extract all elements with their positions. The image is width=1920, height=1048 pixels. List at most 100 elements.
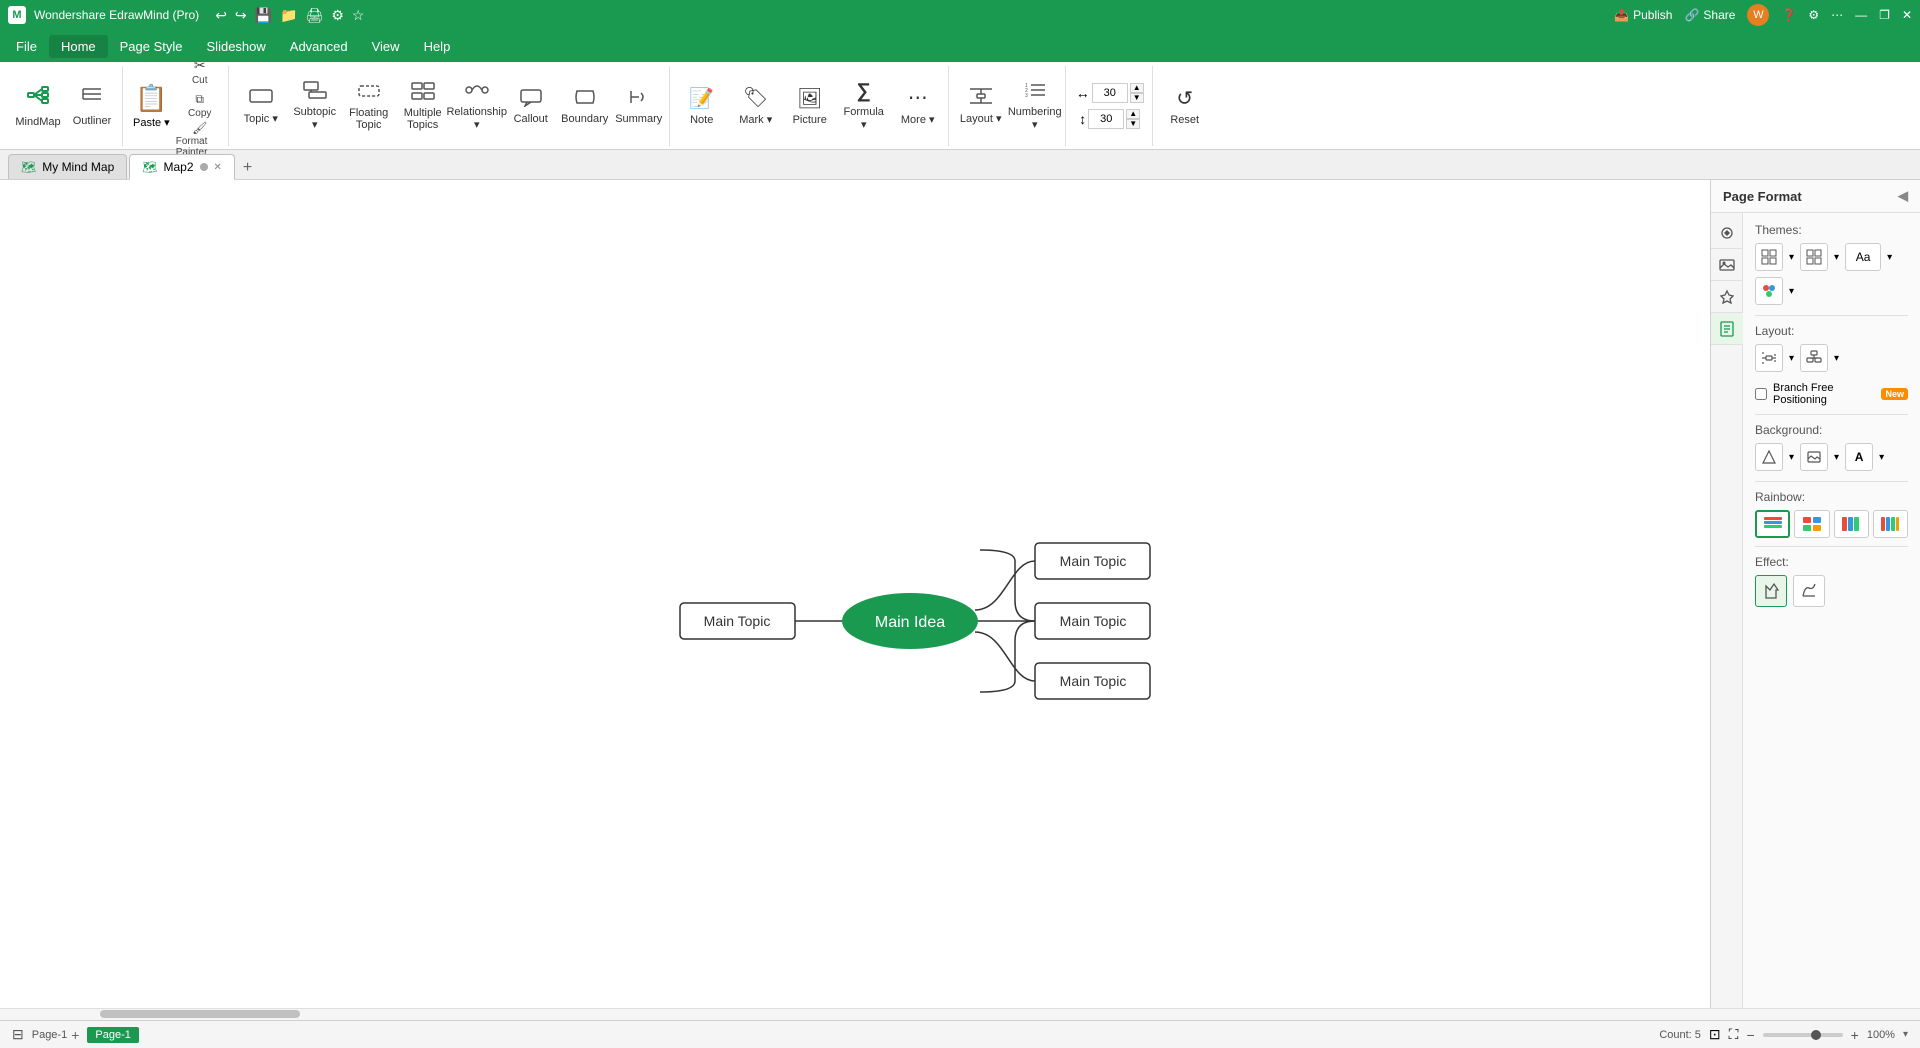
fit-button[interactable]: ⊡ xyxy=(1709,1026,1721,1043)
width-input[interactable] xyxy=(1092,83,1128,103)
layout-button[interactable]: Layout ▾ xyxy=(955,71,1007,141)
mark-button[interactable]: 🏷 Mark ▾ xyxy=(730,71,782,141)
save-button[interactable]: 💾 xyxy=(255,7,272,24)
bg-color-btn[interactable] xyxy=(1755,443,1783,471)
more-button[interactable]: ⋯ More ▾ xyxy=(892,71,944,141)
theme-dropdown-arrow-4[interactable]: ▾ xyxy=(1789,286,1794,297)
undo-button[interactable]: ↩ xyxy=(215,7,227,24)
theme-dropdown-arrow-3[interactable]: ▾ xyxy=(1887,252,1892,263)
mindmap-button[interactable]: MindMap xyxy=(12,71,64,141)
width-up-arrow[interactable]: ▲ xyxy=(1130,83,1144,93)
effect-btn-2[interactable] xyxy=(1793,575,1825,607)
panel-icon-effects[interactable] xyxy=(1711,281,1743,313)
paste-label: Paste ▾ xyxy=(133,116,170,129)
menu-home[interactable]: Home xyxy=(49,35,108,58)
bg-image-dropdown[interactable]: ▾ xyxy=(1834,452,1839,463)
zoom-in-button[interactable]: + xyxy=(1851,1027,1859,1043)
folder-button[interactable]: 📁 xyxy=(280,7,297,24)
current-page-badge[interactable]: Page-1 xyxy=(87,1027,138,1043)
rainbow-btn-2[interactable] xyxy=(1794,510,1829,538)
scrollbar-thumb[interactable] xyxy=(100,1010,300,1018)
copy-button[interactable]: ⧉ Copy xyxy=(176,90,224,122)
menu-help[interactable]: Help xyxy=(412,35,463,58)
rainbow-btn-3[interactable] xyxy=(1834,510,1869,538)
boundary-button[interactable]: Boundary xyxy=(559,71,611,141)
height-down-arrow[interactable]: ▼ xyxy=(1126,119,1140,129)
layout-org-dropdown-arrow[interactable]: ▾ xyxy=(1834,353,1839,364)
themes-section-title: Themes: xyxy=(1755,223,1908,237)
panel-icon-page[interactable] xyxy=(1711,313,1743,345)
branch-free-checkbox[interactable] xyxy=(1755,388,1767,400)
print-button[interactable]: 🖨 xyxy=(306,7,324,24)
topic-button[interactable]: Topic ▾ xyxy=(235,71,287,141)
bg-text-btn[interactable]: A xyxy=(1845,443,1873,471)
menu-page-style[interactable]: Page Style xyxy=(108,35,195,58)
bg-text-dropdown[interactable]: ▾ xyxy=(1879,452,1884,463)
theme-color-btn[interactable] xyxy=(1755,277,1783,305)
width-down-arrow[interactable]: ▼ xyxy=(1130,93,1144,103)
height-input[interactable] xyxy=(1088,109,1124,129)
settings-gear-icon[interactable]: ⚙ xyxy=(1808,8,1819,22)
theme-font-btn[interactable]: Aa xyxy=(1845,243,1881,271)
tab-my-mind-map[interactable]: 🗺 My Mind Map xyxy=(8,154,127,179)
panel-collapse-icon[interactable]: ◀ xyxy=(1898,188,1908,204)
floating-topic-button[interactable]: Floating Topic xyxy=(343,71,395,141)
numbering-button[interactable]: 1 2 3 Numbering ▾ xyxy=(1009,71,1061,141)
horizontal-scrollbar[interactable] xyxy=(0,1008,1920,1020)
close-button[interactable]: ✕ xyxy=(1902,8,1912,22)
bg-image-btn[interactable] xyxy=(1800,443,1828,471)
picture-button[interactable]: 🖼 Picture xyxy=(784,71,836,141)
menu-advanced[interactable]: Advanced xyxy=(278,35,360,58)
menu-file[interactable]: File xyxy=(4,35,49,58)
tab-map2-close[interactable]: ✕ xyxy=(214,162,222,173)
layout-mindmap-btn[interactable] xyxy=(1755,344,1783,372)
formula-button[interactable]: ∑ Formula ▾ xyxy=(838,71,890,141)
menu-view[interactable]: View xyxy=(360,35,412,58)
theme-dropdown-arrow-1[interactable]: ▾ xyxy=(1789,252,1794,263)
layout-org-btn[interactable] xyxy=(1800,344,1828,372)
user-avatar[interactable]: W xyxy=(1747,4,1769,26)
add-page-button[interactable]: + xyxy=(71,1027,79,1043)
panel-icon-style[interactable] xyxy=(1711,217,1743,249)
callout-button[interactable]: Callout xyxy=(505,71,557,141)
summary-button[interactable]: Summary xyxy=(613,71,665,141)
zoom-dropdown-button[interactable]: ▾ xyxy=(1903,1029,1908,1040)
minimize-button[interactable]: — xyxy=(1855,8,1867,22)
share-button[interactable]: 🔗 Share xyxy=(1684,8,1735,22)
panel-icon-image[interactable] xyxy=(1711,249,1743,281)
add-tab-button[interactable]: + xyxy=(237,159,258,177)
fullscreen-button[interactable]: ⛶ xyxy=(1729,1026,1739,1043)
cut-button[interactable]: ✂ Cut xyxy=(176,56,224,88)
rainbow-btn-1[interactable] xyxy=(1755,510,1790,538)
canvas[interactable]: Main Topic Main Idea Main Topic Main Top… xyxy=(0,180,1710,1008)
outliner-button[interactable]: Outliner xyxy=(66,71,118,141)
help-button[interactable]: ❓ xyxy=(1781,8,1796,22)
redo-button[interactable]: ↪ xyxy=(235,7,247,24)
format-painter-button[interactable]: 🖌 Format Painter xyxy=(176,124,224,156)
theme-grid-btn-2[interactable] xyxy=(1800,243,1828,271)
note-button[interactable]: 📝 Note xyxy=(676,71,728,141)
star-button[interactable]: ☆ xyxy=(352,7,365,24)
reset-button[interactable]: ↺ Reset xyxy=(1159,71,1211,141)
zoom-slider-thumb[interactable] xyxy=(1811,1030,1821,1040)
theme-grid-btn-1[interactable] xyxy=(1755,243,1783,271)
paste-button[interactable]: 📋 Paste ▾ xyxy=(129,81,174,131)
restore-button[interactable]: ❐ xyxy=(1879,8,1890,22)
layout-dropdown-arrow[interactable]: ▾ xyxy=(1789,353,1794,364)
menu-slideshow[interactable]: Slideshow xyxy=(195,35,278,58)
effect-btn-1[interactable] xyxy=(1755,575,1787,607)
height-up-arrow[interactable]: ▲ xyxy=(1126,109,1140,119)
settings-button[interactable]: ⚙ xyxy=(331,7,344,24)
theme-dropdown-arrow-2[interactable]: ▾ xyxy=(1834,252,1839,263)
relationship-button[interactable]: Relationship ▾ xyxy=(451,71,503,141)
note-icon: 📝 xyxy=(689,86,714,111)
tab-map2[interactable]: 🗺 Map2 ✕ xyxy=(129,154,235,180)
multiple-topics-button[interactable]: Multiple Topics xyxy=(397,71,449,141)
rainbow-btn-4[interactable] xyxy=(1873,510,1908,538)
publish-button[interactable]: 📤 Publish xyxy=(1614,8,1672,22)
subtopic-button[interactable]: Subtopic ▾ xyxy=(289,71,341,141)
zoom-out-button[interactable]: − xyxy=(1746,1027,1754,1043)
paste-icon: 📋 xyxy=(135,83,167,114)
bg-color-dropdown[interactable]: ▾ xyxy=(1789,452,1794,463)
more-options-icon[interactable]: ⋯ xyxy=(1831,8,1843,22)
